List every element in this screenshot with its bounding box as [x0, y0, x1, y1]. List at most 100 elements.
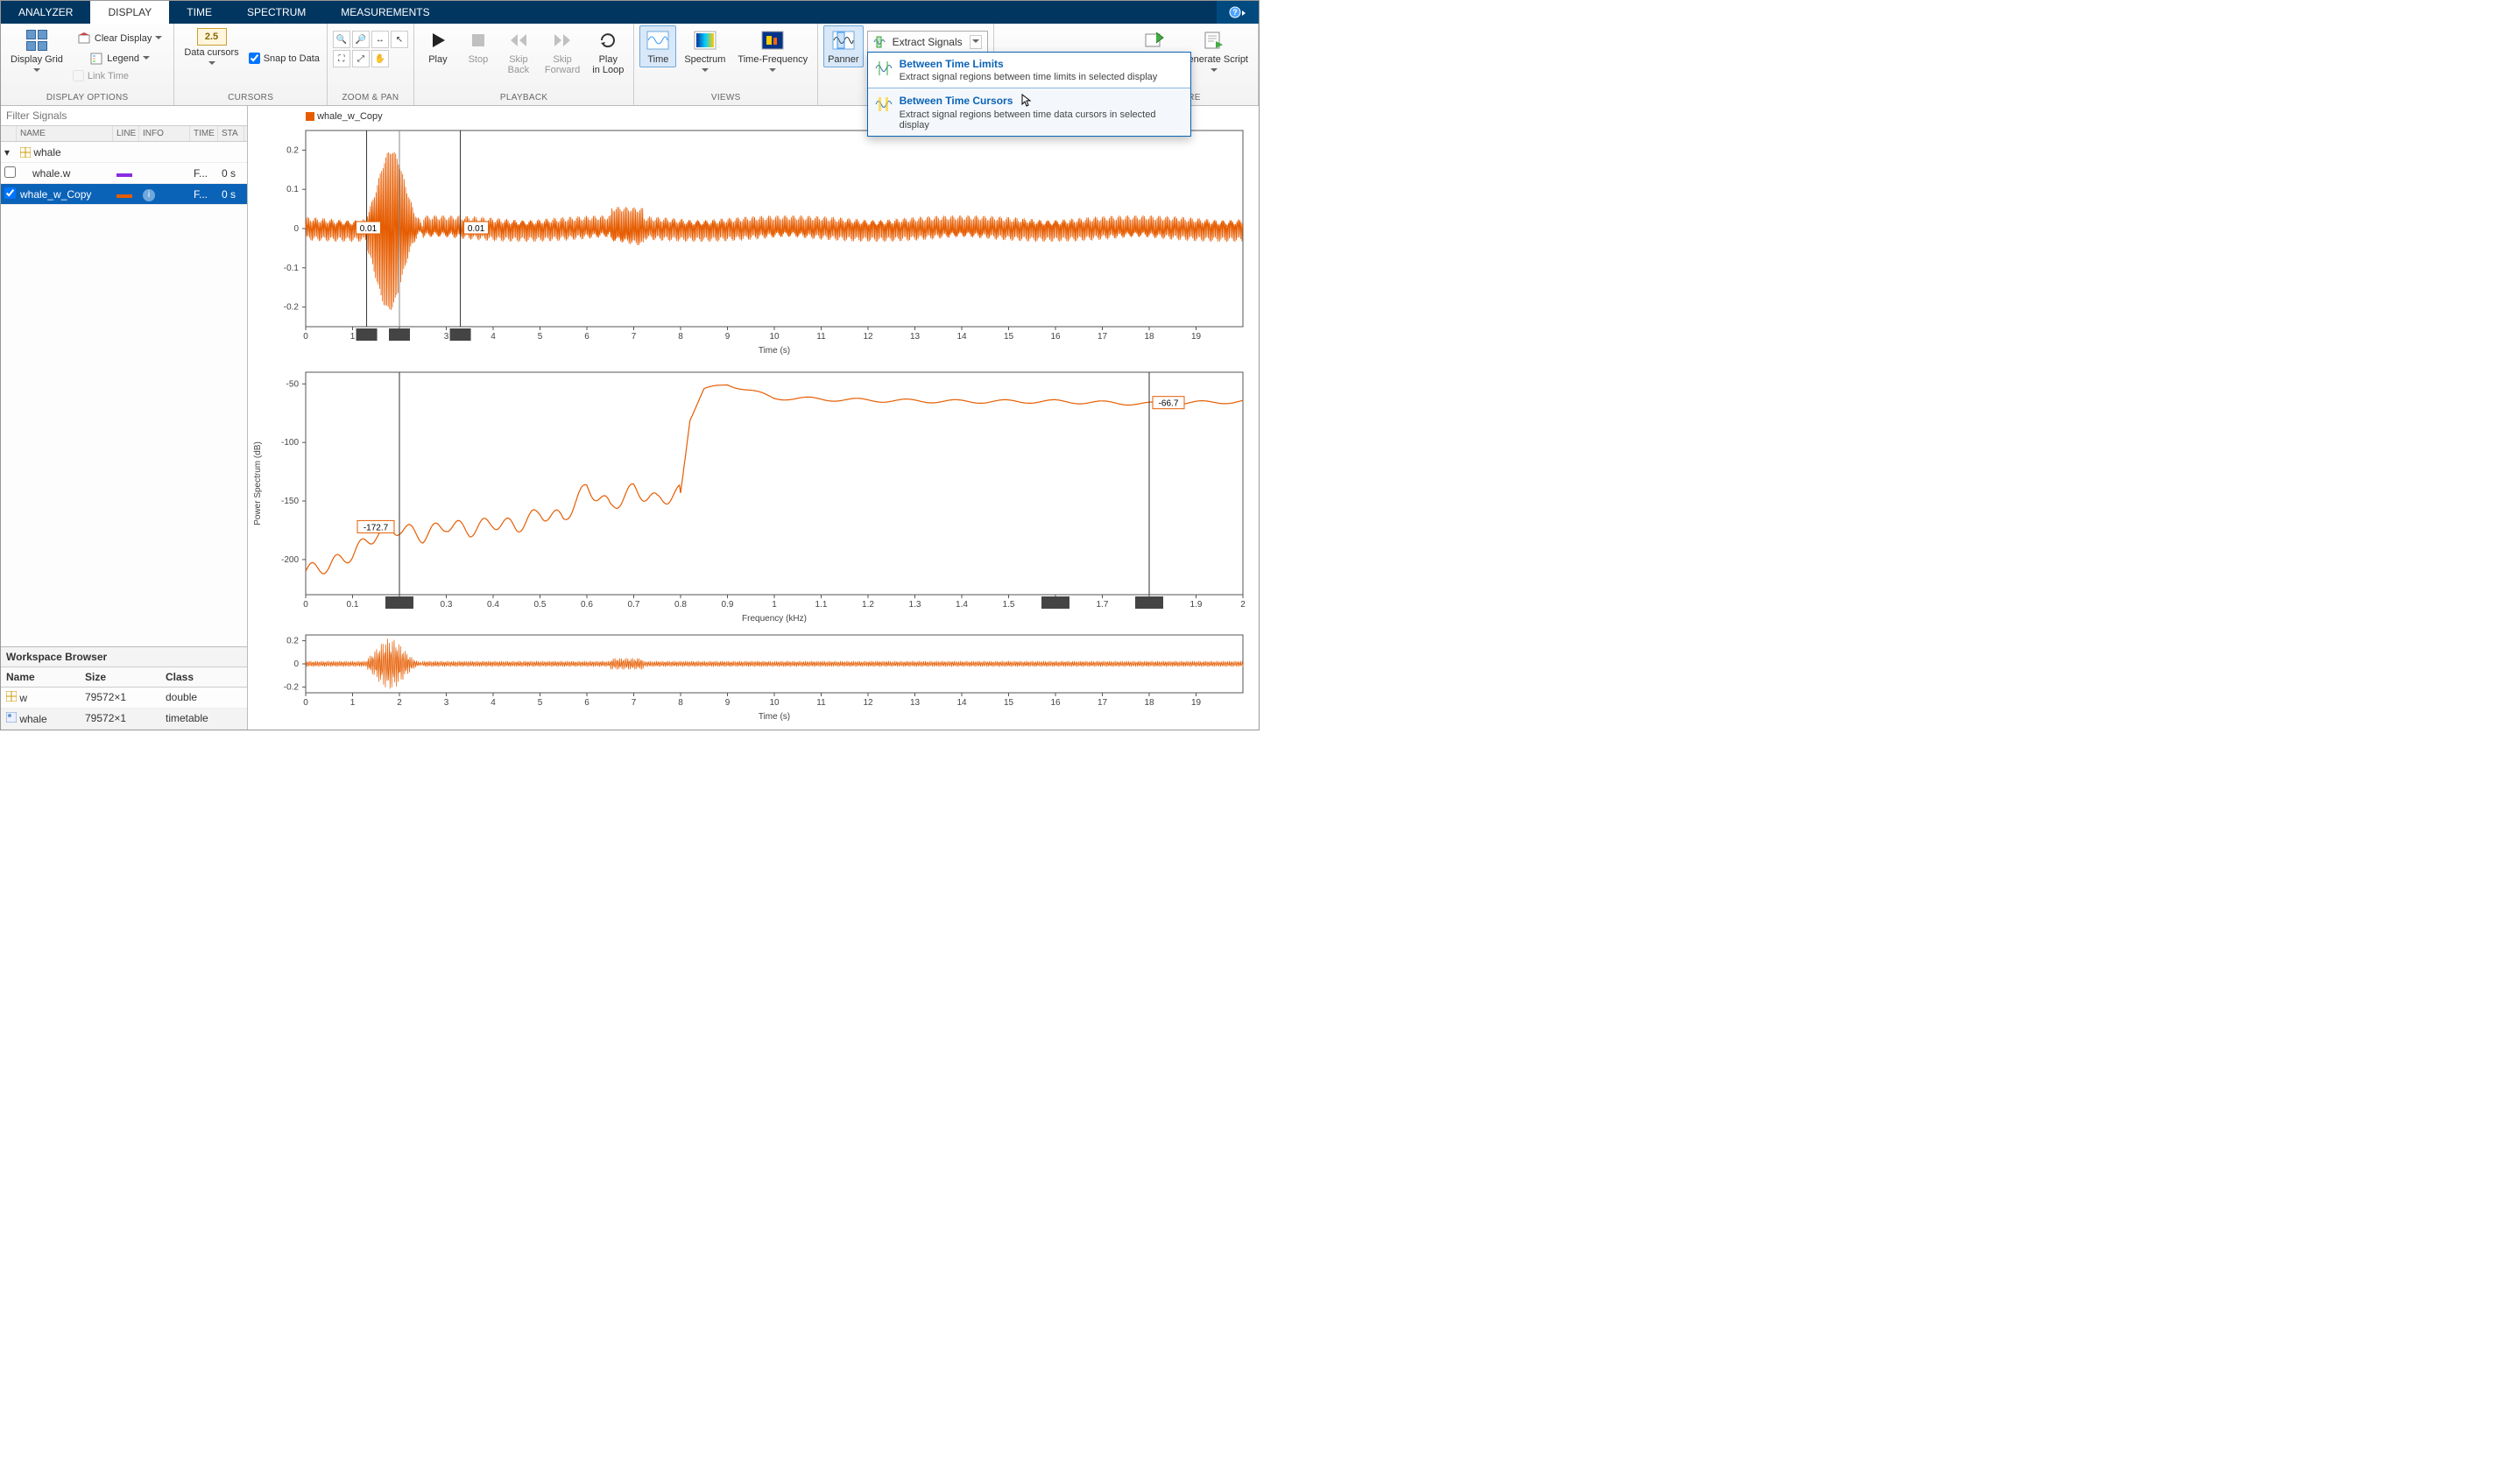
svg-text:Time (s): Time (s) — [759, 712, 790, 722]
ws-row-w[interactable]: w 79572×1 double — [1, 688, 247, 709]
chevron-down-icon — [702, 68, 709, 75]
extract-between-time-limits[interactable]: Between Time Limits Extract signal regio… — [868, 53, 1190, 88]
svg-text:-0.2: -0.2 — [284, 682, 300, 692]
svg-text:?: ? — [1232, 8, 1238, 17]
svg-text:2: 2 — [1240, 600, 1246, 610]
info-icon[interactable]: i — [143, 189, 155, 201]
clear-display-button[interactable]: Clear Display — [71, 29, 168, 48]
svg-text:0.3: 0.3 — [441, 600, 453, 610]
svg-text:0.1: 0.1 — [347, 600, 359, 610]
zoom-xy-button[interactable]: ⤢ — [352, 50, 370, 67]
svg-text:11: 11 — [816, 332, 826, 342]
zoom-out-button[interactable]: 🔎 — [352, 31, 370, 48]
help-button[interactable]: ? — [1217, 1, 1259, 24]
svg-text:0: 0 — [303, 698, 308, 708]
snap-to-data-label: Snap to Data — [264, 53, 320, 64]
time-plot[interactable]: -0.2-0.100.10.20123456789101112131415161… — [283, 127, 1246, 362]
dd-item2-desc: Extract signal regions between time data… — [900, 109, 1183, 130]
svg-text:Time (s): Time (s) — [759, 346, 790, 356]
stop-icon — [466, 28, 491, 53]
svg-text:0.7: 0.7 — [628, 600, 640, 610]
zoom-in-button[interactable]: 🔍 — [333, 31, 350, 48]
display-grid-button[interactable]: Display Grid — [6, 25, 67, 78]
col-time[interactable]: TIME — [190, 126, 218, 141]
play-loop-button[interactable]: Play in Loop — [588, 25, 628, 78]
svg-text:15: 15 — [1004, 698, 1014, 708]
link-time-checkbox[interactable]: Link Time — [71, 69, 168, 82]
svg-text:4: 4 — [491, 332, 496, 342]
ws-col-class[interactable]: Class — [160, 667, 247, 687]
view-time-button[interactable]: Time — [639, 25, 676, 67]
line-swatch — [116, 173, 132, 177]
zoom-x-button[interactable]: ↔ — [371, 31, 389, 48]
svg-text:1: 1 — [772, 600, 777, 610]
svg-text:16: 16 — [1050, 698, 1061, 708]
svg-text:3: 3 — [444, 332, 449, 342]
svg-text:6: 6 — [584, 332, 589, 342]
skip-back-icon — [506, 28, 531, 53]
chevron-down-icon — [143, 56, 150, 63]
svg-text:6: 6 — [584, 698, 589, 708]
col-line[interactable]: LINE — [113, 126, 139, 141]
display-area[interactable]: whale_w_Copy -0.2-0.100.10.2012345678910… — [248, 106, 1259, 730]
extract-signals-split-button[interactable]: Extract Signals — [867, 31, 988, 53]
ws-col-name[interactable]: Name — [1, 667, 80, 687]
svg-text:1.80: 1.80 — [1140, 598, 1158, 608]
export-button[interactable] — [1136, 25, 1173, 55]
script-icon — [1202, 28, 1226, 53]
svg-text:8: 8 — [678, 332, 683, 342]
ws-row-whale[interactable]: whale 79572×1 timetable — [1, 709, 247, 730]
time-cursors-icon — [875, 95, 893, 113]
tab-spectrum[interactable]: SPECTRUM — [229, 1, 323, 24]
tab-measurements[interactable]: MEASUREMENTS — [323, 1, 447, 24]
col-start[interactable]: STA — [218, 126, 244, 141]
tab-time[interactable]: TIME — [169, 1, 229, 24]
pan-button[interactable]: ✋ — [371, 50, 389, 67]
svg-text:0.20: 0.20 — [391, 598, 408, 608]
signal-row-whale[interactable]: ▾ whale — [1, 142, 247, 163]
fit-button[interactable]: ⛶ — [333, 50, 350, 67]
cursor-pointer-icon — [1021, 94, 1034, 108]
svg-text:1.4: 1.4 — [956, 600, 968, 610]
spectrum-plot[interactable]: -200-150-100-5000.10.20.30.40.50.60.70.8… — [248, 369, 1246, 631]
var-icon — [6, 691, 17, 702]
skip-forward-button: Skip Forward — [540, 25, 584, 78]
pointer-button[interactable]: ↖ — [391, 31, 408, 48]
svg-text:1: 1 — [350, 698, 356, 708]
filter-signals-input[interactable] — [1, 106, 247, 125]
svg-text:-0.1: -0.1 — [284, 264, 300, 273]
svg-text:0: 0 — [293, 659, 299, 669]
chevron-down-icon — [155, 36, 162, 43]
snap-to-data-input[interactable] — [249, 53, 260, 64]
data-cursors-button[interactable]: 2.5 Data cursors — [180, 25, 243, 71]
tab-analyzer[interactable]: ANALYZER — [1, 1, 90, 24]
svg-text:19: 19 — [1191, 698, 1202, 708]
panner-button[interactable]: Panner — [823, 25, 863, 67]
link-time-input — [73, 70, 84, 81]
signal-row-whale-w-copy[interactable]: whale_w_Copy i F... 0 s — [1, 184, 247, 205]
ribbon: Display Grid Clear Display Legend — [1, 24, 1259, 106]
svg-text:-150: -150 — [281, 497, 299, 506]
col-info[interactable]: INFO — [139, 126, 190, 141]
workspace-browser: Workspace Browser Name Size Class w 7957… — [1, 646, 247, 730]
svg-text:0: 0 — [303, 600, 308, 610]
panner-plot[interactable]: -0.200.2012345678910111213141516171819Ti… — [283, 633, 1246, 726]
play-button[interactable]: Play — [420, 25, 456, 67]
view-spectrum-button[interactable]: Spectrum — [680, 25, 730, 78]
svg-text:2.0: 2.0 — [393, 330, 406, 340]
data-cursors-icon: 2.5 — [197, 28, 227, 46]
legend-button[interactable]: Legend — [71, 49, 168, 68]
view-tf-button[interactable]: Time-Frequency — [733, 25, 812, 78]
extract-between-time-cursors[interactable]: Between Time Cursors Extract signal regi… — [868, 88, 1190, 136]
tab-display[interactable]: DISPLAY — [90, 1, 169, 24]
svg-text:12: 12 — [863, 698, 873, 708]
svg-text:17: 17 — [1098, 698, 1108, 708]
col-name[interactable]: NAME — [17, 126, 113, 141]
svg-text:19: 19 — [1191, 332, 1202, 342]
clear-display-label: Clear Display — [95, 33, 152, 44]
svg-text:-66.7: -66.7 — [1159, 399, 1179, 409]
snap-to-data-checkbox[interactable]: Snap to Data — [247, 52, 321, 65]
ws-col-size[interactable]: Size — [80, 667, 160, 687]
signal-row-whale-w[interactable]: whale.w F... 0 s — [1, 163, 247, 184]
svg-text:13: 13 — [910, 332, 921, 342]
